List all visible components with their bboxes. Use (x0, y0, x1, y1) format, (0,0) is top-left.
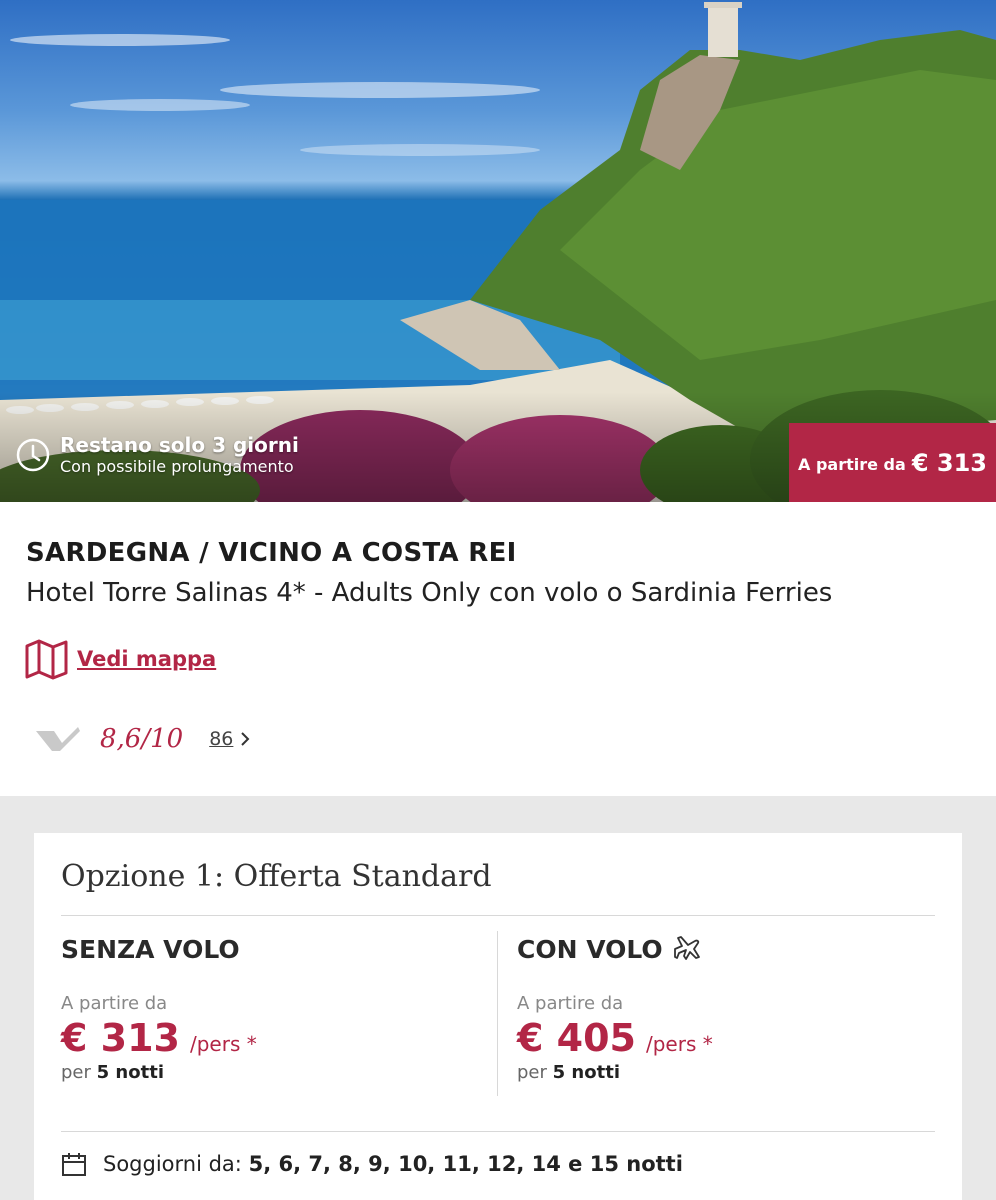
per-person-label: /pers * (646, 1032, 713, 1056)
nights-label: per 5 notti (517, 1062, 937, 1083)
rating-block[interactable]: 8,6/10 86 (34, 724, 251, 754)
countdown-sub: Con possibile prolungamento (60, 457, 294, 476)
price-badge-label: A partire da (798, 455, 906, 474)
stay-durations: Soggiorni da: 5, 6, 7, 8, 9, 10, 11, 12,… (61, 1151, 683, 1177)
map-icon (25, 639, 68, 680)
nights-label: per 5 notti (61, 1062, 481, 1083)
per-label: per (517, 1062, 547, 1083)
clock-icon (16, 438, 50, 472)
price-badge: A partire da € 313 (789, 423, 996, 502)
from-label: A partire da (61, 993, 168, 1014)
countdown-main: Restano solo 3 giorni (60, 433, 299, 457)
price-value: € 405 (517, 1016, 636, 1060)
hotel-name[interactable]: Hotel Torre Salinas 4* - Adults Only con… (26, 578, 832, 608)
without-flight-heading: SENZA VOLO (61, 931, 481, 967)
per-person-label: /pers * (190, 1032, 257, 1056)
hotel-info: SARDEGNA / VICINO A COSTA REI Hotel Torr… (0, 502, 996, 796)
chevron-right-icon (241, 732, 250, 746)
with-flight-heading: CON VOLO (517, 931, 937, 967)
stays-value: 5, 6, 7, 8, 9, 10, 11, 12, 14 e 15 notti (248, 1152, 683, 1176)
region-title: SARDEGNA / VICINO A COSTA REI (26, 538, 517, 568)
countdown-text: Restano solo 3 giorni Con possibile prol… (60, 433, 299, 477)
offer-section: Opzione 1: Offerta Standard SENZA VOLO A… (0, 796, 996, 1200)
divider (61, 915, 935, 916)
countdown-banner: Restano solo 3 giorni Con possibile prol… (16, 433, 299, 477)
stays-text: Soggiorni da: 5, 6, 7, 8, 9, 10, 11, 12,… (103, 1152, 683, 1176)
rating-logo-icon (36, 727, 80, 751)
view-map-label: Vedi mappa (77, 647, 217, 671)
from-label: A partire da (517, 993, 624, 1014)
view-map-link[interactable]: Vedi mappa (24, 638, 216, 680)
option-with-flight[interactable]: CON VOLO A partire da € 405 /pers * per … (517, 931, 937, 1096)
option-without-flight[interactable]: SENZA VOLO A partire da € 313 /pers * pe… (61, 931, 481, 1096)
rating-count-link[interactable]: 86 (209, 728, 233, 750)
price-row: € 313 /pers * (61, 1016, 481, 1060)
column-divider (497, 931, 498, 1096)
nights-value: 5 notti (96, 1062, 164, 1083)
hero-image[interactable]: Restano solo 3 giorni Con possibile prol… (0, 0, 996, 502)
rating-score: 8,6/10 (100, 724, 184, 754)
divider (61, 1131, 935, 1132)
offer-card: Opzione 1: Offerta Standard SENZA VOLO A… (34, 833, 962, 1200)
price-value: € 313 (61, 1016, 180, 1060)
with-flight-heading-text: CON VOLO (517, 934, 663, 964)
plane-icon (673, 936, 700, 960)
nights-value: 5 notti (552, 1062, 620, 1083)
calendar-icon (62, 1153, 86, 1176)
price-row: € 405 /pers * (517, 1016, 937, 1060)
stays-label: Soggiorni da: (103, 1152, 242, 1176)
offer-title: Opzione 1: Offerta Standard (61, 859, 492, 894)
per-label: per (61, 1062, 91, 1083)
without-flight-heading-text: SENZA VOLO (61, 934, 240, 964)
price-badge-value: € 313 (911, 448, 987, 477)
